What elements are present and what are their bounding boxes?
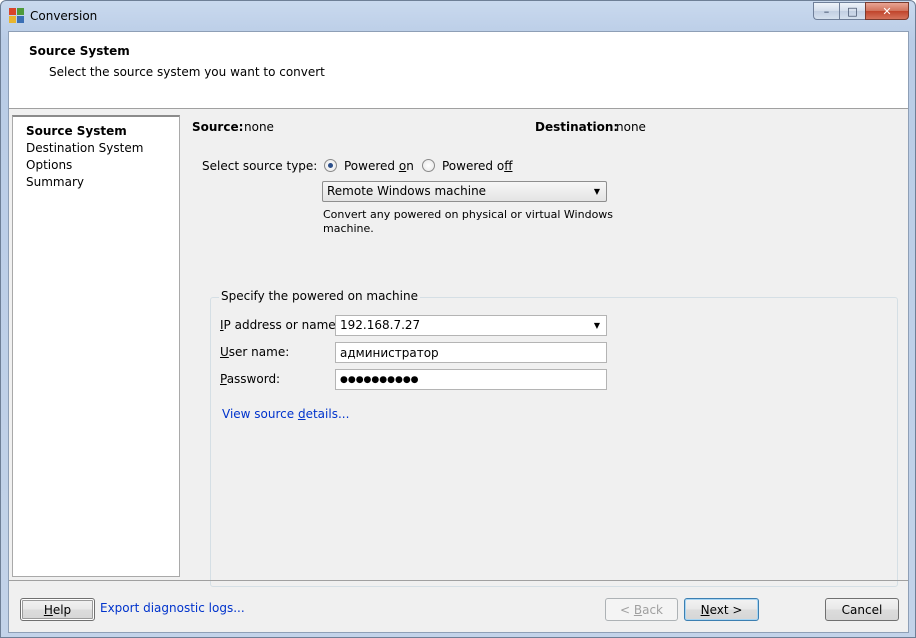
- source-label: Source:: [192, 120, 244, 134]
- footer-divider: [9, 580, 908, 581]
- chevron-down-icon[interactable]: ▼: [594, 321, 600, 330]
- title-bar[interactable]: Conversion – □ ✕: [1, 1, 915, 31]
- wizard-steps-list: Source System Destination System Options…: [12, 115, 180, 577]
- machine-type-dropdown[interactable]: Remote Windows machine ▼: [322, 181, 607, 202]
- page-subtitle: Select the source system you want to con…: [49, 65, 325, 79]
- conversion-window: Conversion – □ ✕ Source System Select th…: [0, 0, 916, 638]
- password-label: Password:: [220, 372, 281, 386]
- window-title: Conversion: [30, 9, 98, 23]
- cancel-button[interactable]: Cancel: [825, 598, 899, 621]
- ip-address-label: IP address or name:: [220, 318, 340, 332]
- page-title: Source System: [29, 44, 130, 58]
- step-destination-system[interactable]: Destination System: [26, 140, 179, 157]
- user-name-input[interactable]: [335, 342, 607, 363]
- user-name-label: User name:: [220, 345, 290, 359]
- window-controls: – □ ✕: [813, 2, 909, 20]
- wizard-header: Source System Select the source system y…: [9, 32, 908, 109]
- source-value: none: [244, 120, 274, 134]
- export-diagnostic-logs-link[interactable]: Export diagnostic logs...: [100, 601, 245, 615]
- close-button[interactable]: ✕: [865, 2, 909, 20]
- wizard-client-area: Source System Select the source system y…: [8, 31, 909, 633]
- help-button[interactable]: Help: [20, 598, 95, 621]
- ip-address-value: 192.168.7.27: [340, 318, 421, 332]
- minimize-button[interactable]: –: [813, 2, 839, 20]
- minimize-icon: –: [823, 4, 830, 18]
- destination-label: Destination:: [535, 120, 619, 134]
- password-input[interactable]: [335, 369, 607, 390]
- powered-off-radio[interactable]: [422, 159, 435, 172]
- powered-off-label[interactable]: Powered off: [442, 159, 512, 173]
- group-title: Specify the powered on machine: [219, 289, 420, 303]
- destination-value: none: [616, 120, 646, 134]
- powered-on-radio[interactable]: [324, 159, 337, 172]
- chevron-down-icon: ▼: [593, 187, 600, 196]
- view-source-details-link[interactable]: View source details...: [222, 407, 349, 421]
- back-button[interactable]: < Back: [605, 598, 678, 621]
- step-options[interactable]: Options: [26, 157, 179, 174]
- powered-on-label[interactable]: Powered on: [344, 159, 414, 173]
- source-type-description-line1: Convert any powered on physical or virtu…: [323, 208, 614, 221]
- ip-address-combobox[interactable]: 192.168.7.27 ▼: [335, 315, 607, 336]
- maximize-button[interactable]: □: [839, 2, 865, 20]
- next-button[interactable]: Next >: [684, 598, 759, 621]
- step-source-system[interactable]: Source System: [26, 123, 179, 140]
- source-type-description-line2: machine.: [323, 222, 374, 235]
- source-type-label: Select source type:: [202, 159, 318, 173]
- machine-type-value: Remote Windows machine: [327, 184, 487, 198]
- maximize-icon: □: [847, 4, 858, 18]
- step-summary[interactable]: Summary: [26, 174, 179, 191]
- close-icon: ✕: [882, 4, 892, 18]
- source-system-pane: Source: none Destination: none Select so…: [184, 115, 906, 587]
- converter-app-icon: [9, 8, 25, 24]
- powered-on-machine-group: Specify the powered on machine IP addres…: [210, 289, 898, 587]
